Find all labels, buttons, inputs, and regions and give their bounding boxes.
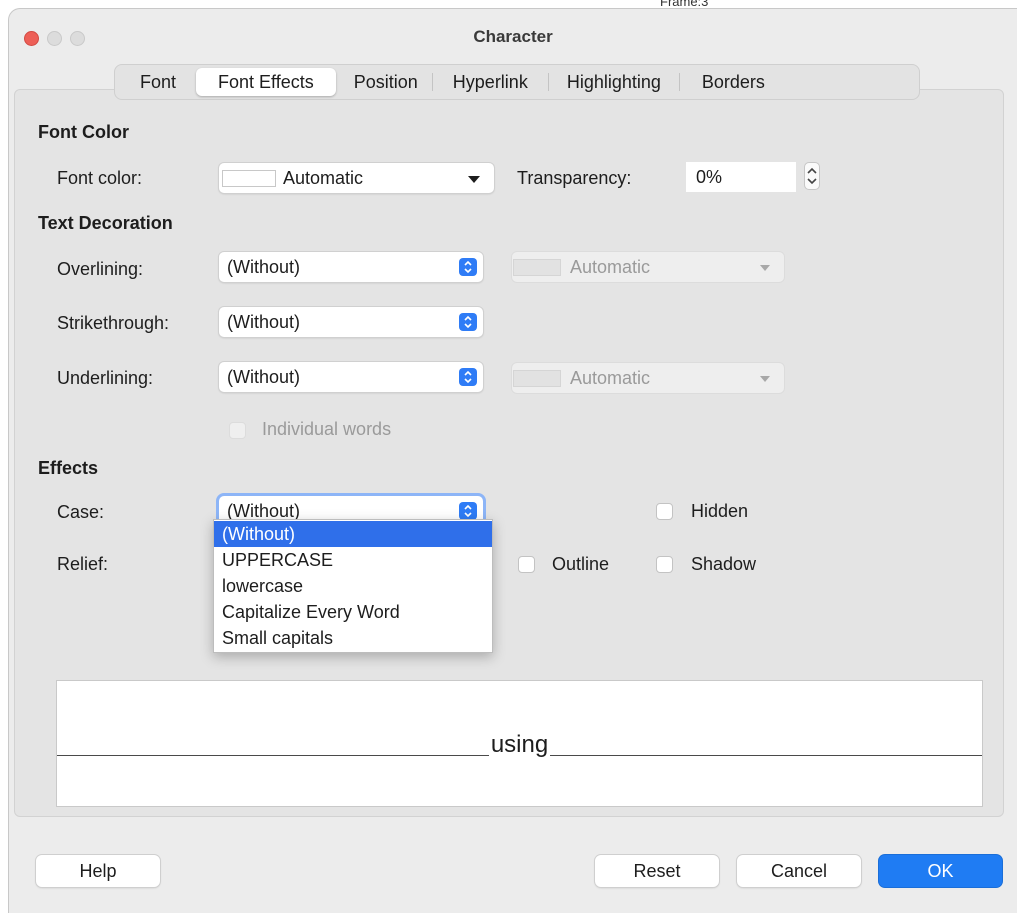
shadow-checkbox[interactable] (656, 556, 673, 573)
font-color-label: Font color: (57, 168, 143, 188)
tab-position[interactable]: Position (340, 68, 432, 96)
font-color-dropdown[interactable]: Automatic (219, 163, 494, 193)
effects-heading: Effects (38, 458, 99, 478)
case-label: Case: (57, 502, 105, 522)
select-arrows-icon (459, 502, 477, 520)
title-bar: Character (9, 9, 1017, 63)
tab-font-effects[interactable]: Font Effects (196, 68, 336, 96)
case-option-lowercase[interactable]: lowercase (214, 573, 492, 599)
reset-button[interactable]: Reset (595, 855, 719, 887)
transparency-value: 0% (696, 167, 723, 187)
underlining-value: (Without) (227, 367, 301, 387)
transparency-stepper[interactable] (804, 162, 820, 190)
case-option-capitalize[interactable]: Capitalize Every Word (214, 599, 492, 625)
shadow-label: Shadow (691, 554, 757, 574)
text-decoration-heading: Text Decoration (38, 213, 173, 233)
overlining-select[interactable]: (Without) (219, 252, 483, 282)
underlining-label: Underlining: (57, 368, 154, 388)
preview-area: using (56, 680, 983, 807)
font-color-heading: Font Color (38, 122, 129, 142)
transparency-input[interactable]: 0% (686, 162, 796, 192)
chevron-down-icon (760, 265, 770, 271)
overlining-label: Overlining: (57, 259, 144, 279)
ok-button[interactable]: OK (879, 855, 1002, 887)
tab-font[interactable]: Font (126, 68, 190, 96)
select-arrows-icon (459, 368, 477, 386)
preview-text-row: using (57, 731, 982, 759)
case-option-without[interactable]: (Without) (214, 521, 492, 547)
tab-hyperlink[interactable]: Hyperlink (433, 68, 548, 96)
transparency-label: Transparency: (517, 168, 632, 188)
chevron-down-icon (760, 376, 770, 382)
overline-color-dropdown: Automatic (512, 252, 784, 282)
tab-bar: Font Font Effects Position Hyperlink Hig… (114, 64, 920, 100)
underline-color-swatch (513, 370, 561, 387)
case-option-small-capitals[interactable]: Small capitals (214, 625, 492, 651)
hidden-label: Hidden (691, 501, 749, 521)
font-color-value: Automatic (283, 168, 364, 188)
underline-color-value: Automatic (570, 368, 651, 388)
underlining-select[interactable]: (Without) (219, 362, 483, 392)
chevron-down-icon (468, 176, 480, 183)
strikethrough-label: Strikethrough: (57, 313, 170, 333)
dialog-title: Character (473, 27, 553, 46)
outline-label: Outline (552, 554, 610, 574)
tab-borders[interactable]: Borders (680, 68, 787, 96)
overlining-value: (Without) (227, 257, 301, 277)
overline-color-value: Automatic (570, 257, 651, 277)
stepper-arrows-icon (807, 167, 817, 185)
case-options-list: (Without) UPPERCASE lowercase Capitalize… (213, 519, 493, 653)
help-button[interactable]: Help (36, 855, 160, 887)
font-color-swatch (222, 170, 276, 187)
relief-label: Relief: (57, 554, 109, 574)
individual-words-label: Individual words (262, 419, 392, 439)
individual-words-checkbox (229, 422, 246, 439)
outline-checkbox[interactable] (518, 556, 535, 573)
overline-color-swatch (513, 259, 561, 276)
underline-color-dropdown: Automatic (512, 363, 784, 393)
select-arrows-icon (459, 313, 477, 331)
preview-text: using (488, 731, 551, 758)
tab-highlighting[interactable]: Highlighting (549, 68, 679, 96)
case-option-uppercase[interactable]: UPPERCASE (214, 547, 492, 573)
select-arrows-icon (459, 258, 477, 276)
hidden-checkbox[interactable] (656, 503, 673, 520)
cancel-button[interactable]: Cancel (737, 855, 861, 887)
strikethrough-value: (Without) (227, 312, 301, 332)
strikethrough-select[interactable]: (Without) (219, 307, 483, 337)
